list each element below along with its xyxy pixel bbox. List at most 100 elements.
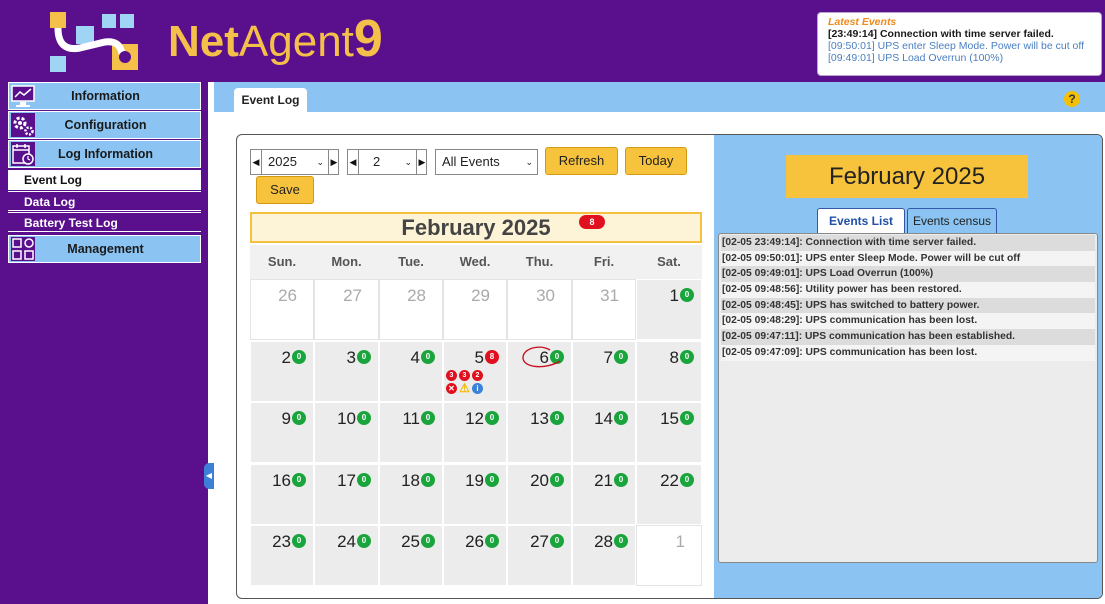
calendar-day-cell[interactable]: 26 0 (443, 525, 507, 586)
calendar-day-cell[interactable]: 31 (572, 279, 636, 340)
sidebar-item-battery-test-log[interactable]: Battery Test Log (8, 212, 201, 232)
calendar-day-cell[interactable]: 60 (507, 340, 572, 402)
calendar-day-cell[interactable]: 20 (250, 340, 314, 402)
calendar-day-cell[interactable]: 10 (636, 279, 702, 340)
weekday-header: Thu. (507, 245, 572, 279)
month-selector: ◀ 2 ⌄ ▶ (347, 149, 427, 175)
day-event-count-badge: 0 (614, 534, 628, 548)
calendar-day-cell[interactable]: 70 (572, 340, 636, 402)
sidebar-item-event-log[interactable]: Event Log (8, 170, 201, 190)
day-event-count-badge: 0 (680, 472, 694, 487)
calendar-day-cell[interactable]: 12 0 (443, 402, 507, 463)
calendar-day-cell[interactable]: 26 (250, 279, 314, 340)
calendar-day-cell[interactable]: 20 0 (507, 463, 572, 525)
sidebar-item-data-log[interactable]: Data Log (8, 191, 201, 211)
day-number: 12 (465, 409, 484, 428)
calendar-day-cell[interactable]: 24 0 (314, 525, 379, 586)
chevron-down-icon: ⌄ (525, 157, 533, 167)
month-select[interactable]: 2 ⌄ (358, 150, 417, 174)
day-number: 10 (337, 409, 356, 428)
event-list-item: [02-05 09:47:09]: UPS communication has … (721, 344, 1095, 361)
day-event-count-badge: 0 (421, 472, 435, 487)
calendar-day-cell[interactable]: 16 0 (250, 463, 314, 525)
month-prev-arrow-icon[interactable]: ◀ (348, 150, 358, 174)
menu-management[interactable]: Management (8, 235, 201, 263)
calendar-day-cell[interactable]: 22 0 (636, 463, 702, 525)
day-number: 28 (407, 286, 426, 305)
day-number: 21 (594, 470, 613, 490)
event-list-item: [02-05 09:50:01]: UPS enter Sleep Mode. … (721, 250, 1095, 267)
calendar-day-cell[interactable]: 29 (443, 279, 507, 340)
day-number: 14 (594, 409, 613, 428)
year-prev-arrow-icon[interactable]: ◀ (251, 150, 261, 174)
day-number: 24 (337, 532, 356, 551)
warning-icon: ⚠ (459, 380, 470, 395)
latest-event-item[interactable]: [09:50:01] UPS enter Sleep Mode. Power w… (828, 40, 1091, 52)
calendar-day-cell[interactable]: 28 0 (572, 525, 636, 586)
menu-configuration[interactable]: Configuration (8, 111, 201, 139)
calendar-day-cell[interactable]: 11 0 (379, 402, 443, 463)
day-number: 1 (675, 532, 685, 551)
calendar-day-cell[interactable]: 13 0 (507, 402, 572, 463)
menu-information[interactable]: Information (8, 82, 201, 110)
day-event-count-badge: 0 (485, 411, 499, 425)
weekday-header: Tue. (379, 245, 443, 279)
calendar-day-cell[interactable]: 14 0 (572, 402, 636, 463)
latest-events-panel: Latest Events [23:49:14] Connection with… (817, 12, 1102, 76)
calendar-day-cell[interactable]: 30 (507, 279, 572, 340)
calendar-day-cell[interactable]: 21 0 (572, 463, 636, 525)
day-number: 2 (281, 347, 291, 367)
calendar-day-cell[interactable]: 19 0 (443, 463, 507, 525)
year-next-arrow-icon[interactable]: ▶ (329, 150, 339, 174)
calendar-day-cell[interactable]: 27 0 (507, 525, 572, 586)
calendar-day-cell[interactable]: 1 (636, 525, 702, 586)
today-button[interactable]: Today (625, 147, 687, 175)
calendar-day-cell[interactable]: 27 (314, 279, 379, 340)
day-number: 27 (343, 286, 362, 305)
calendar-day-cell[interactable]: 40 (379, 340, 443, 402)
event-list-item: [02-05 09:48:29]: UPS communication has … (721, 313, 1095, 330)
event-log-panel: ◀ 2025 ⌄ ▶ ◀ 2 ⌄ ▶ All Events ⌄ Refresh To… (236, 134, 1103, 599)
save-button[interactable]: Save (256, 176, 314, 204)
calendar-day-cell[interactable]: 23 0 (250, 525, 314, 586)
year-select[interactable]: 2025 ⌄ (261, 150, 329, 174)
day-event-count-badge: 0 (680, 349, 694, 364)
day-event-count-badge: 0 (680, 288, 694, 302)
latest-event-item[interactable]: [09:49:01] UPS Load Overrun (100%) (828, 52, 1091, 64)
day-event-count-badge: 0 (550, 534, 564, 548)
calendar-day-cell[interactable]: 10 0 (314, 402, 379, 463)
calendar-day-cell[interactable]: 18 0 (379, 463, 443, 525)
latest-event-item[interactable]: [23:49:14] Connection with time server f… (828, 28, 1091, 40)
day-event-count-badge: 0 (550, 472, 564, 487)
tab-events-list[interactable]: Events List (817, 208, 905, 234)
calendar-day-cell[interactable]: 80 (636, 340, 702, 402)
day-number: 13 (530, 409, 549, 428)
calendar-day-cell[interactable]: 28 (379, 279, 443, 340)
brand-title: NetAgent9 (168, 10, 383, 68)
calendar-day-cell[interactable]: 90 (250, 402, 314, 463)
severity-count-badge: 3 (446, 369, 457, 381)
calendar-day-cell[interactable]: 30 (314, 340, 379, 402)
day-number: 22 (660, 470, 679, 490)
month-next-arrow-icon[interactable]: ▶ (417, 150, 427, 174)
calendar-day-cell[interactable]: 5 8 3 3 2 ✕ ⚠ i (443, 340, 507, 402)
tab-bar: Event Log ? (214, 82, 1105, 112)
chevron-down-icon: ⌄ (404, 157, 412, 167)
day-event-count-badge: 0 (292, 534, 306, 548)
event-filter-select[interactable]: All Events ⌄ (435, 149, 538, 175)
calendar-day-cell[interactable]: 25 0 (379, 525, 443, 586)
help-icon[interactable]: ? (1064, 91, 1080, 107)
day-number: 25 (401, 532, 420, 551)
tab-event-log[interactable]: Event Log (234, 88, 307, 112)
tab-events-census[interactable]: Events census (907, 208, 997, 234)
calendar-day-cell[interactable]: 17 0 (314, 463, 379, 525)
day-event-count-badge: 0 (357, 349, 371, 364)
year-selector: ◀ 2025 ⌄ ▶ (250, 149, 339, 175)
calendar-day-cell[interactable]: 15 0 (636, 402, 702, 463)
day-event-count-badge: 0 (550, 411, 564, 425)
event-list-item: [02-05 09:48:56]: Utility power has been… (721, 282, 1095, 298)
refresh-button[interactable]: Refresh (545, 147, 618, 175)
collapse-sidebar-handle[interactable]: ◀ (204, 463, 214, 489)
day-number: 23 (272, 532, 291, 551)
menu-log-information[interactable]: Log Information (8, 140, 201, 168)
